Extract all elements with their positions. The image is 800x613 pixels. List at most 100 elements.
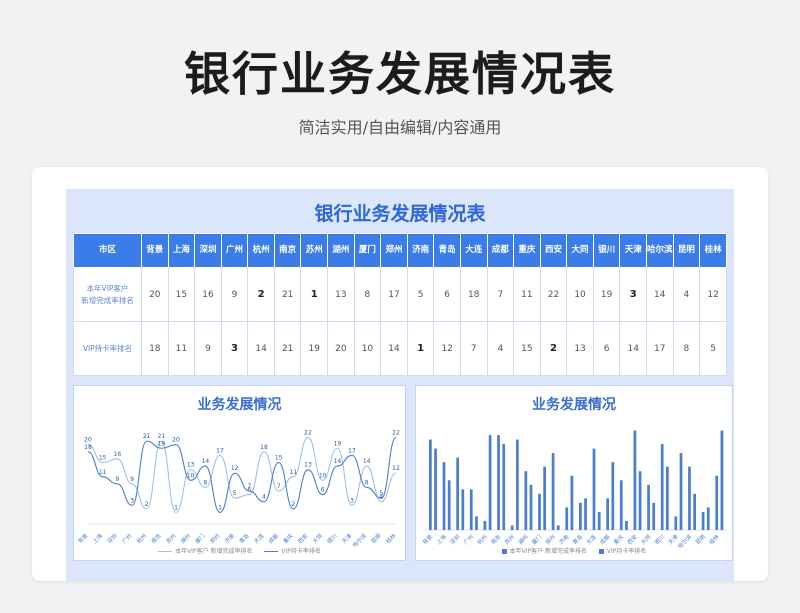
table-cell[interactable]: 16 [194,267,222,322]
city-header[interactable]: 郑州 [380,233,408,268]
table-cell[interactable]: 14 [380,321,408,376]
legend-item-series2: VIP持卡率排名 [264,548,321,555]
city-header[interactable]: 哈尔滨 [645,233,674,268]
table-cell[interactable]: 7 [486,267,515,322]
x-tick-label: 桂林 [384,531,398,545]
table-cell[interactable]: 2 [247,267,275,322]
bar [606,498,609,530]
table-cell[interactable]: 3 [619,267,647,322]
table-cell[interactable]: 10 [353,321,382,376]
bar [619,480,623,530]
bar [488,435,492,530]
city-header[interactable]: 银川 [592,233,621,268]
table-cell[interactable]: 9 [220,267,249,322]
city-header[interactable]: 济南 [406,233,435,268]
row-label[interactable]: VIP持卡率排名 [73,321,142,376]
row-label[interactable]: 本年VIP客户 新增完成率排名 [73,267,142,322]
table-cell[interactable]: 13 [566,321,594,376]
city-header[interactable]: 西安 [539,233,568,268]
page-subtitle: 简洁实用/自由编辑/内容通用 [298,118,502,137]
table-cell[interactable]: 14 [247,321,275,376]
city-header[interactable]: 深圳 [194,233,222,268]
corner-header[interactable]: 市区 [73,233,142,268]
city-header[interactable]: 青岛 [433,233,461,268]
bar [570,475,574,530]
data-label: 9 [115,476,119,483]
x-tick-label: 深圳 [448,532,462,546]
table-cell[interactable]: 14 [645,267,674,322]
table-cell[interactable]: 17 [645,321,674,376]
bar [442,462,446,530]
table-cell[interactable]: 20 [141,267,169,322]
data-label: 14 [202,458,210,465]
table-cell[interactable]: 10 [566,267,594,322]
table-cell[interactable]: 11 [167,321,196,376]
bar [461,489,465,530]
city-header[interactable]: 大同 [566,233,594,268]
table-cell[interactable]: 17 [380,267,408,322]
table-cell[interactable]: 3 [220,321,249,376]
table-cell[interactable]: 18 [141,321,169,376]
table-cell[interactable]: 11 [513,267,541,322]
city-header[interactable]: 昆明 [672,233,701,268]
table-cell[interactable]: 20 [327,321,355,376]
city-header[interactable]: 厦门 [353,233,382,268]
table-cell[interactable]: 2 [539,321,568,376]
bar-chart: 背景 上海 深圳 广州 杭州 南京 苏州 湖州 厦门 郑州 济南 青岛 大连 成都 重庆 西安 大同 银川 天津哈尔… [421,430,726,550]
city-header[interactable]: 杭州 [247,233,275,268]
table-cell[interactable]: 21 [273,321,302,376]
city-header[interactable]: 背景 [141,233,169,268]
row-label-line: 本年VIP客户 [86,283,129,293]
data-label: 19 [334,440,342,447]
city-header[interactable]: 大连 [459,233,488,268]
table-cell[interactable]: 19 [592,267,621,322]
table-cell[interactable]: 15 [167,267,196,322]
table-cell[interactable]: 8 [353,267,382,322]
x-tick-label: 深圳 [105,531,119,545]
city-header[interactable]: 上海 [167,233,196,268]
table-cell[interactable]: 8 [672,321,701,376]
table-cell[interactable]: 9 [194,321,222,376]
table-cell[interactable]: 6 [592,321,621,376]
table-cell[interactable]: 13 [327,267,355,322]
table-cell[interactable]: 19 [300,321,329,376]
data-label: 8 [203,479,207,486]
data-label: 2 [291,501,295,508]
data-label: 5 [233,490,237,497]
bar [715,475,719,530]
bar [674,516,678,530]
line-chart-panel[interactable]: 业务发展情况 20 15 16 9 2 21 1 13 8 17 5 6 18 7 11 22 10 19 3 14 4… [73,385,406,561]
city-header[interactable]: 成都 [486,233,515,268]
data-label: 20 [172,437,180,444]
x-tick-label: 银川 [653,533,666,546]
table-cell[interactable]: 15 [513,321,541,376]
table-cell[interactable]: 21 [273,267,302,322]
x-tick-label: 苏州 [164,532,177,545]
table-cell[interactable]: 12 [699,267,727,322]
table-cell[interactable]: 7 [459,321,488,376]
table-cell[interactable]: 5 [406,267,435,322]
table-cell[interactable]: 5 [699,321,727,376]
table-cell[interactable]: 1 [300,267,329,322]
data-label: 6 [321,487,325,494]
city-header[interactable]: 广州 [220,233,249,268]
data-label: 17 [216,447,224,454]
table-cell[interactable]: 1 [406,321,435,376]
table-cell[interactable]: 4 [486,321,515,376]
city-header[interactable]: 苏州 [300,233,329,268]
table-cell[interactable]: 12 [433,321,461,376]
x-tick-label: 青岛 [237,531,251,545]
city-header[interactable]: 湖州 [327,233,355,268]
table-cell[interactable]: 18 [459,267,488,322]
table-cell[interactable]: 4 [672,267,701,322]
bar [538,493,541,530]
city-header[interactable]: 重庆 [513,233,541,268]
city-header[interactable]: 南京 [273,233,302,268]
bar-chart-panel[interactable]: 业务发展情况 背景 上海 深圳 广州 杭州 南京 苏州 湖州 厦门 郑州 济南 青岛 大连 成都 重庆 西安大… [415,385,733,561]
table-cell[interactable]: 6 [433,267,461,322]
city-header[interactable]: 天津 [619,233,647,268]
table-cell[interactable]: 14 [619,321,647,376]
table-cell[interactable]: 22 [539,267,568,322]
bar [638,471,642,530]
city-header[interactable]: 桂林 [699,233,727,268]
